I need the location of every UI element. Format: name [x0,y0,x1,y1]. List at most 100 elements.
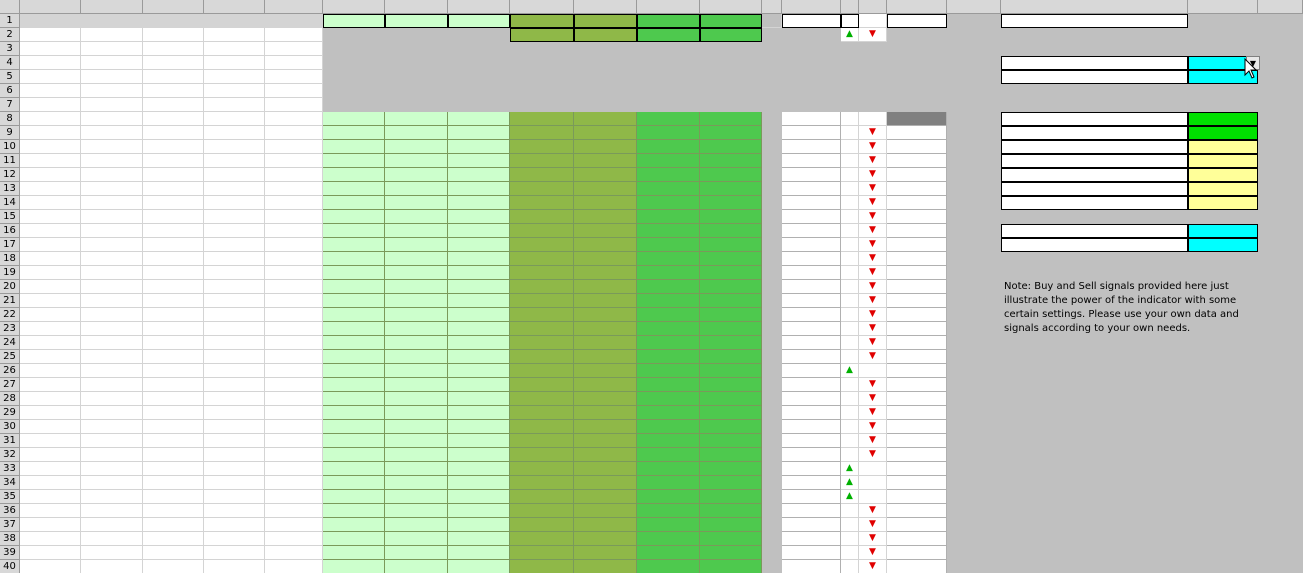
cell-a-3[interactable] [20,42,81,56]
header-cell-hz[interactable] [762,14,782,28]
cell-hw-hw[interactable] [574,490,637,504]
cell-d-low[interactable] [204,378,265,392]
cell-c-3[interactable] [143,42,204,56]
cell-hx-hx[interactable] [637,126,700,140]
column-header-e[interactable] [265,0,323,14]
row-header-19[interactable]: 19 [0,266,20,280]
cell-hy-hy[interactable] [700,546,762,560]
cell-hv-hv[interactable] [510,126,574,140]
cell-id-pl[interactable] [887,168,947,182]
cell-id-pl[interactable] [887,490,947,504]
cell-d-3[interactable] [204,42,265,56]
cell-d-low[interactable] [204,364,265,378]
cell-b-open[interactable] [81,350,143,364]
header-cell-a[interactable] [20,14,81,28]
cell-hv-hv[interactable] [510,154,574,168]
cell-c-high[interactable] [143,420,204,434]
row-header-1[interactable]: 1 [0,14,20,28]
cell-b-open[interactable] [81,154,143,168]
row-header-28[interactable]: 28 [0,392,20,406]
cell-hs-hs[interactable] [323,476,385,490]
cell-a-date[interactable] [20,280,81,294]
cell-e-close[interactable] [265,350,323,364]
cell-id-pl[interactable] [887,224,947,238]
column-header-hs[interactable] [323,0,385,14]
cell-hu-hu[interactable] [448,350,510,364]
cell-hs-hs[interactable] [323,560,385,573]
cell-ht-ht[interactable] [385,266,448,280]
cell-hx-hx[interactable] [637,476,700,490]
row-header-7[interactable]: 7 [0,98,20,112]
cell-ia-ia[interactable] [782,560,841,573]
row-header-3[interactable]: 3 [0,42,20,56]
cell-ia-ia[interactable] [782,308,841,322]
cell-hu-hu[interactable] [448,238,510,252]
cell-ia-ia[interactable] [782,476,841,490]
cell-c-high[interactable] [143,140,204,154]
cell-hx-hx[interactable] [637,560,700,573]
cell-b-open[interactable] [81,336,143,350]
cell-hu-hu[interactable] [448,518,510,532]
column-header-d[interactable] [204,0,265,14]
cell-hx-hx[interactable] [637,336,700,350]
cell-hu-hu[interactable] [448,378,510,392]
cell-hu-hu[interactable] [448,490,510,504]
cell-ia-ia[interactable] [782,322,841,336]
cell-hy-hy[interactable] [700,336,762,350]
cell-d-low[interactable] [204,168,265,182]
cell-hy-hy[interactable] [700,168,762,182]
cell-id-pl[interactable] [887,126,947,140]
cell-hs-hs[interactable] [323,364,385,378]
cell-hu-hu[interactable] [448,168,510,182]
cell-hv-hv[interactable] [510,406,574,420]
cell-ht-ht[interactable] [385,224,448,238]
cell-id-pl[interactable] [887,266,947,280]
cell-ht-ht[interactable] [385,378,448,392]
cell-d-low[interactable] [204,126,265,140]
cell-a-date[interactable] [20,560,81,573]
cell-ia-ia[interactable] [782,532,841,546]
cell-a-4[interactable] [20,56,81,70]
cell-hy-hy[interactable] [700,504,762,518]
cell-b-open[interactable] [81,266,143,280]
cell-b-open[interactable] [81,280,143,294]
cell-d-low[interactable] [204,140,265,154]
cell-b-open[interactable] [81,434,143,448]
cell-e-3[interactable] [265,42,323,56]
cell-a-date[interactable] [20,266,81,280]
cell-hy-hy[interactable] [700,560,762,573]
column-header-ib[interactable] [841,0,859,14]
cell-hv-hv[interactable] [510,168,574,182]
cell-b-open[interactable] [81,294,143,308]
column-header-ia[interactable] [782,0,841,14]
cell-hv-hv[interactable] [510,238,574,252]
cell-c-high[interactable] [143,350,204,364]
column-header-ih[interactable] [1258,0,1303,14]
cell-ht-ht[interactable] [385,112,448,126]
row-header-37[interactable]: 37 [0,518,20,532]
cell-hs-hs[interactable] [323,112,385,126]
cell-hv-hv[interactable] [510,182,574,196]
cell-a-date[interactable] [20,210,81,224]
row-header-16[interactable]: 16 [0,224,20,238]
cell-hw-hw[interactable] [574,196,637,210]
cell-e-close[interactable] [265,490,323,504]
cell-d-low[interactable] [204,448,265,462]
cell-hw-hw[interactable] [574,280,637,294]
cell-hw-hw[interactable] [574,504,637,518]
cell-hw-hw[interactable] [574,168,637,182]
row-header-8[interactable]: 8 [0,112,20,126]
cell-d-low[interactable] [204,420,265,434]
cell-d-low[interactable] [204,462,265,476]
cell-hx-hx[interactable] [637,546,700,560]
cell-ht-ht[interactable] [385,350,448,364]
row-header-35[interactable]: 35 [0,490,20,504]
cell-ht-ht[interactable] [385,238,448,252]
cell-hx-hx[interactable] [637,434,700,448]
cell-e-close[interactable] [265,476,323,490]
cell-hv-hv[interactable] [510,434,574,448]
cell-hw-hw[interactable] [574,154,637,168]
cell-hy-hy[interactable] [700,350,762,364]
cell-hs-hs[interactable] [323,518,385,532]
cell-e-close[interactable] [265,560,323,573]
